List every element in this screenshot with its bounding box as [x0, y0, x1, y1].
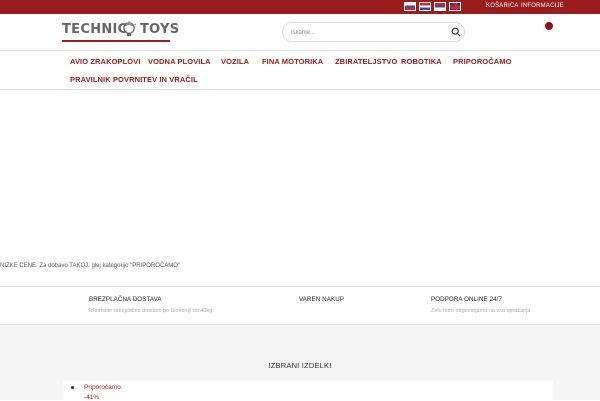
feature-title: PODPORA ONLINE 24/7: [431, 296, 503, 303]
feature-online-support: PODPORA ONLINE 24/7 Zelo hitro odgovarja…: [431, 296, 530, 314]
menu-item-pravilnik[interactable]: PRAVILNIK POVRNITEV IN VRAČIL: [70, 75, 198, 84]
featured-products-section: IZBRANI IZDELKI Priporočamo -41%: [0, 325, 600, 401]
menu-item-zbirateljstvo[interactable]: ZBIRATELJSTVO: [335, 57, 397, 66]
feature-subtitle: Zelo hitro odgovarjamo na vsa vprašanja: [431, 308, 531, 314]
main-menu: AVIO ZRAKOPLOVI VODNA PLOVILA VOZILA FIN…: [0, 51, 600, 90]
menu-item-fina-motorika[interactable]: FINA MOTORIKA: [262, 57, 323, 66]
price-notice: NIZKE CENE. Za dobavo TAKOJ, glej katego…: [0, 263, 181, 269]
menu-item-priporocamo[interactable]: PRIPOROČAMO: [453, 57, 512, 66]
menu-item-vodna-plovila[interactable]: VODNA PLOVILA: [148, 57, 211, 66]
category-link-priporocamo[interactable]: Priporočamo: [84, 384, 121, 391]
menu-item-robotika[interactable]: ROBOTIKA: [401, 57, 442, 66]
features-strip: BREZPLAČNA DOSTAVA Izkoristite brezplačn…: [0, 286, 600, 325]
cart-count-badge[interactable]: [545, 22, 553, 30]
site-logo[interactable]: TECHNIC TOYS: [62, 21, 179, 45]
logo-text-technic: TECHNIC: [62, 22, 128, 37]
serbian-flag-icon[interactable]: [434, 2, 446, 11]
search-box: [282, 22, 465, 42]
information-link[interactable]: INFORMACIJE: [521, 3, 564, 9]
uk-flag-icon[interactable]: [449, 2, 461, 11]
search-input[interactable]: [291, 27, 441, 38]
lightbulb-icon: [121, 21, 137, 36]
cart-link[interactable]: KOŠARICA: [486, 3, 519, 9]
feature-secure-purchase: VAREN NAKUP: [299, 296, 344, 308]
hero-banner: [0, 91, 600, 261]
feature-title: VAREN NAKUP: [299, 296, 344, 303]
feature-title: BREZPLAČNA DOSTAVA: [89, 296, 162, 303]
logo-text-toys: TOYS: [140, 22, 180, 37]
products-panel: Priporočamo -41%: [63, 381, 553, 401]
croatian-flag-icon[interactable]: [419, 2, 431, 11]
feature-subtitle: Izkoristite brezplačno dostavo po Sloven…: [89, 308, 213, 314]
search-icon[interactable]: [451, 27, 461, 37]
menu-item-vozila[interactable]: VOZILA: [221, 57, 249, 66]
site-header: TECHNIC TOYS: [0, 14, 600, 51]
feature-free-delivery: BREZPLAČNA DOSTAVA Izkoristite brezplačn…: [89, 296, 212, 314]
top-bar: KOŠARICA INFORMACIJE: [0, 0, 600, 14]
bullet-icon: [71, 386, 74, 389]
section-title: IZBRANI IZDELKI: [268, 361, 332, 370]
slovenian-flag-icon[interactable]: [404, 2, 416, 11]
menu-item-avio-zrakoplovi[interactable]: AVIO ZRAKOPLOVI: [70, 57, 141, 66]
language-selector: [404, 2, 461, 11]
logo-underline: [62, 40, 170, 42]
